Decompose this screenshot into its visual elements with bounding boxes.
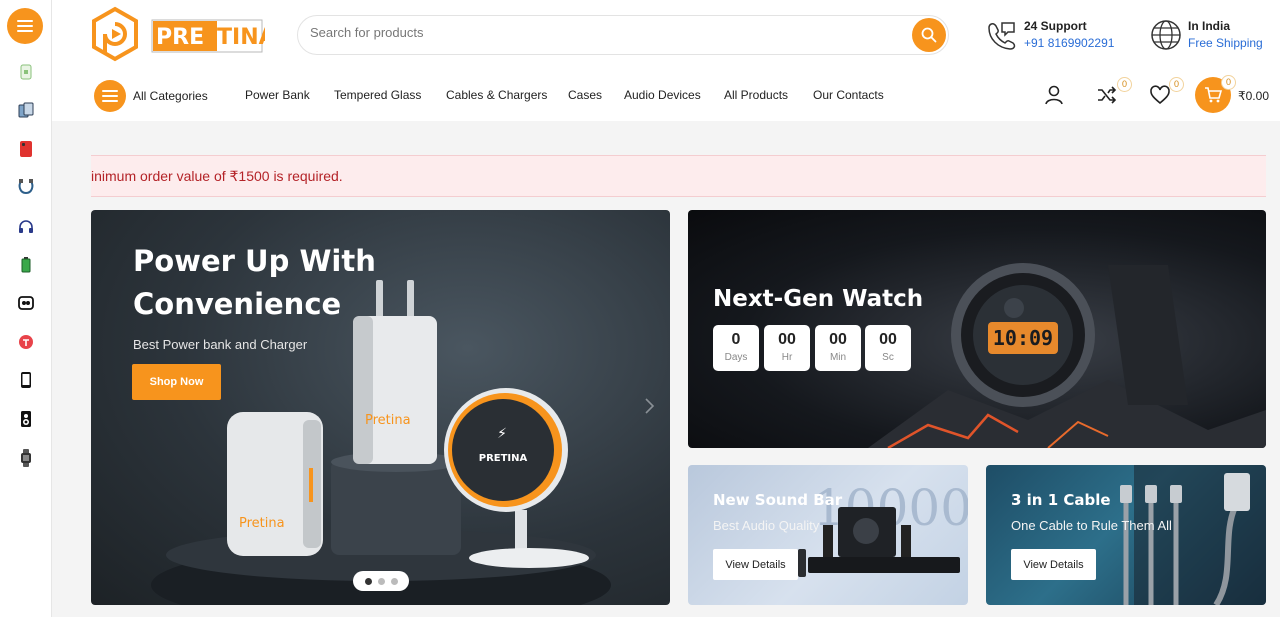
speaker-round-icon[interactable]	[16, 332, 36, 352]
countdown-minutes-value: 00	[829, 331, 847, 348]
hero-banner[interactable]: Pretina Pretina ⚡ PRETINA Power Up With …	[91, 210, 670, 605]
hero-title: Power Up With Convenience	[133, 244, 376, 321]
soundbar-banner[interactable]: 10000 New Sound Bar Best Audio Quality V…	[688, 465, 968, 605]
wishlist-button[interactable]	[1149, 84, 1171, 106]
soundbar-view-details-button[interactable]: View Details	[713, 549, 798, 580]
shop-now-button[interactable]: Shop Now	[132, 364, 221, 400]
category-sidebar	[0, 0, 52, 617]
speaker-icon[interactable]	[16, 409, 36, 429]
support-block[interactable]: 24 Support +91 8169902291	[984, 17, 1134, 57]
mobile-phone-icon[interactable]	[16, 370, 36, 390]
compare-count-badge: 0	[1117, 77, 1132, 92]
cable-title: 3 in 1 Cable	[1011, 491, 1111, 509]
phone-support-icon	[988, 22, 1016, 50]
hamburger-icon	[17, 20, 33, 32]
nav-link-power-bank[interactable]: Power Bank	[245, 88, 310, 102]
smartwatch-icon[interactable]	[16, 448, 36, 468]
sidebar-menu-button[interactable]	[7, 8, 43, 44]
countdown-days-label: Days	[724, 352, 748, 363]
lightning-icon: ⚡	[497, 426, 507, 442]
carousel-dot-3[interactable]	[390, 577, 398, 585]
countdown-hours-value: 00	[778, 331, 796, 348]
shuffle-icon	[1098, 86, 1117, 104]
phone-case-icon[interactable]	[16, 139, 36, 159]
logo-text-tina: TINA	[217, 25, 265, 50]
cart-count-badge: 0	[1221, 75, 1236, 90]
cable-view-details-button[interactable]: View Details	[1011, 549, 1096, 580]
soundbar-illustration: 10000	[798, 479, 968, 577]
all-categories-button[interactable]: All Categories	[94, 80, 208, 112]
watch-face-digits: 10:09	[993, 326, 1053, 350]
support-phone[interactable]: +91 8169902291	[1024, 36, 1114, 50]
nav-link-all-products[interactable]: All Products	[724, 88, 788, 102]
countdown-minutes-label: Min	[829, 352, 847, 363]
cable-illustration	[1120, 465, 1266, 605]
watch-banner[interactable]: 10:09 Next-Gen Watch 0 Days 00 Hr 00 Min…	[688, 210, 1266, 448]
nav-link-cables-chargers[interactable]: Cables & Chargers	[446, 88, 547, 102]
nav-link-cases[interactable]: Cases	[568, 88, 602, 102]
soundbar-title: New Sound Bar	[713, 491, 843, 509]
cart-icon	[1205, 87, 1222, 103]
carousel-dot-1[interactable]	[364, 577, 372, 585]
carousel-dot-2[interactable]	[377, 577, 385, 585]
search-input[interactable]	[310, 25, 900, 40]
countdown-seconds-value: 00	[879, 331, 897, 348]
search-bar	[297, 15, 949, 55]
nav-link-our-contacts[interactable]: Our Contacts	[813, 88, 884, 102]
watch-title: Next-Gen Watch	[713, 286, 924, 312]
user-icon	[1045, 85, 1063, 105]
all-categories-label: All Categories	[133, 89, 208, 103]
region-subtitle: Free Shipping	[1188, 36, 1263, 50]
tempered-glass-icon[interactable]	[16, 100, 36, 120]
support-title: 24 Support	[1024, 19, 1087, 33]
pretina-logo[interactable]: PRE TINA	[90, 6, 276, 64]
countdown-minutes: 00 Min	[815, 325, 861, 371]
cable-banner[interactable]: 3 in 1 Cable One Cable to Rule Them All …	[986, 465, 1266, 605]
battery-icon[interactable]	[16, 255, 36, 275]
wireless-charger-label: PRETINA	[479, 453, 528, 464]
region-block[interactable]: In India Free Shipping	[1150, 17, 1280, 57]
chevron-right-icon	[645, 398, 655, 414]
countdown-seconds: 00 Sc	[865, 325, 911, 371]
countdown-days-value: 0	[731, 331, 741, 348]
nav-link-audio-devices[interactable]: Audio Devices	[624, 88, 701, 102]
countdown-days: 0 Days	[713, 325, 759, 371]
earbuds-icon[interactable]	[16, 293, 36, 313]
wishlist-count-badge: 0	[1169, 77, 1184, 92]
logo-text-pre: PRE	[156, 25, 204, 50]
account-button[interactable]	[1043, 84, 1065, 106]
carousel-pagination	[353, 571, 409, 591]
site-header: PRE TINA 24 Support +91 8169902291 In In…	[52, 0, 1280, 74]
compare-button[interactable]	[1096, 84, 1118, 106]
notice-text: inimum order value of ₹1500 is required.	[91, 168, 343, 184]
nav-link-tempered-glass[interactable]: Tempered Glass	[334, 88, 421, 102]
minimum-order-notice: inimum order value of ₹1500 is required.	[91, 155, 1266, 197]
cart-total[interactable]: ₹0.00	[1238, 89, 1269, 103]
powerbank-product-label: Pretina	[239, 516, 285, 531]
search-button[interactable]	[912, 18, 946, 52]
charger-icon[interactable]	[16, 62, 36, 82]
main-nav: All Categories Power Bank Tempered Glass…	[52, 74, 1280, 121]
globe-icon	[1151, 20, 1181, 50]
countdown-seconds-label: Sc	[882, 352, 894, 363]
headphones-icon[interactable]	[16, 217, 36, 237]
charger-product-label: Pretina	[365, 413, 411, 428]
carousel-next-button[interactable]	[639, 396, 659, 416]
countdown-hours-label: Hr	[781, 352, 793, 363]
hero-subtitle: Best Power bank and Charger	[133, 337, 308, 352]
heart-icon	[1150, 85, 1170, 105]
countdown-hours: 00 Hr	[764, 325, 810, 371]
cable-subtitle: One Cable to Rule Them All	[1011, 518, 1172, 533]
hamburger-icon	[102, 90, 118, 102]
soundbar-subtitle: Best Audio Quality	[713, 518, 820, 533]
search-icon	[921, 27, 937, 43]
cable-icon[interactable]	[16, 177, 36, 197]
region-title: In India	[1188, 19, 1230, 33]
